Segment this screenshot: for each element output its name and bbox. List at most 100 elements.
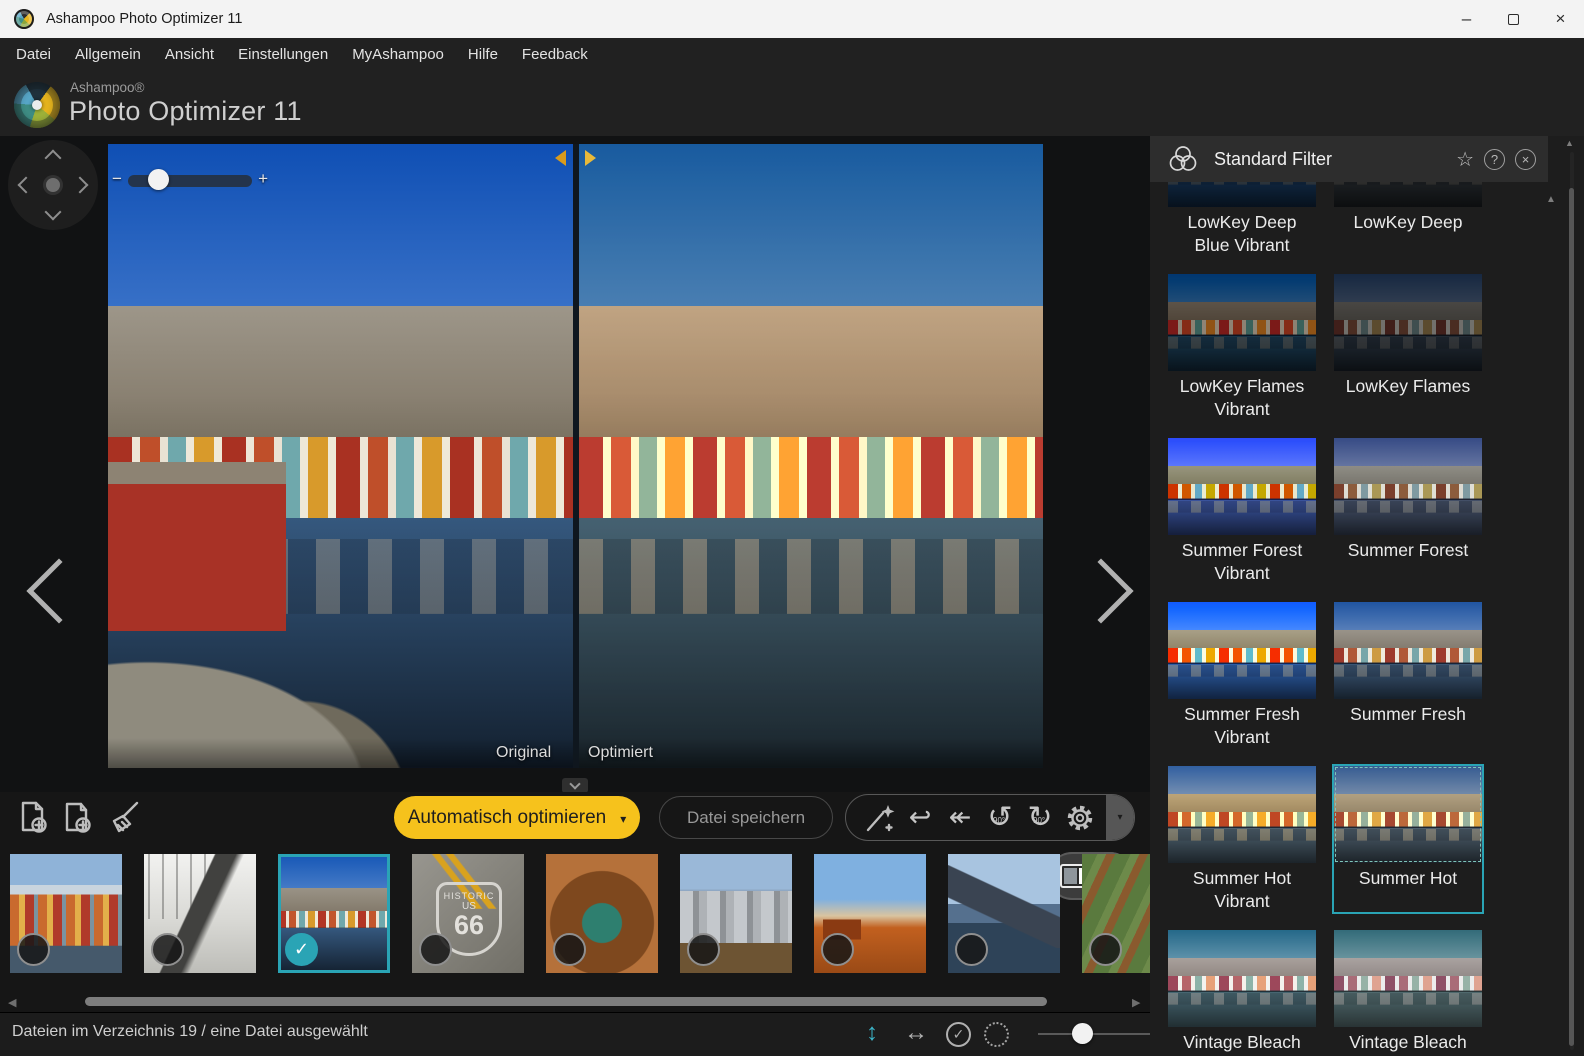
thumbnail-size-slider[interactable] [1038, 1033, 1150, 1035]
filter-item[interactable]: Vintage Bleach [1334, 930, 1482, 1056]
add-file-button[interactable] [14, 798, 54, 838]
filmstrip-thumb-mailboxes[interactable] [680, 854, 792, 973]
filmstrip-thumb-route66[interactable]: HISTORIC US 66 [412, 854, 524, 973]
filter-thumbnail[interactable] [1168, 766, 1316, 863]
next-image-button[interactable] [1068, 558, 1133, 623]
filmstrip-thumb-harbor-boathouses-selected[interactable]: ✓ [278, 854, 390, 973]
divider-arrow-right-icon[interactable] [585, 150, 596, 166]
help-icon[interactable]: ? [1484, 149, 1505, 170]
filmstrip-thumb-old-truck[interactable] [1082, 854, 1150, 973]
thumbnail-size-slider-thumb[interactable] [1072, 1023, 1093, 1044]
filmstrip-thumb-fog-bridge[interactable] [144, 854, 256, 973]
filter-item[interactable]: LowKey Flames Vibrant [1168, 274, 1316, 420]
filter-thumbnail[interactable] [1334, 438, 1482, 535]
select-circle[interactable] [955, 933, 988, 966]
pan-control[interactable] [8, 140, 98, 230]
scrollbar-up-icon[interactable]: ▲ [1565, 138, 1574, 148]
collapse-preview-button[interactable] [562, 778, 588, 793]
rotate-left-90-button[interactable]: ↺ 90° [980, 798, 1020, 838]
filmstrip-scrollbar-thumb[interactable] [85, 997, 1047, 1006]
settings-gear-button[interactable] [1060, 798, 1100, 838]
select-circle[interactable] [419, 933, 452, 966]
magic-wand-button[interactable] [860, 798, 900, 838]
selection-circle-icon[interactable] [984, 1022, 1009, 1047]
clean-broom-button[interactable] [104, 798, 144, 838]
filter-thumbnail[interactable] [1334, 766, 1482, 863]
filter-item[interactable]: Vintage Bleach [1168, 930, 1316, 1056]
divider-arrow-left-icon[interactable] [555, 150, 566, 166]
filmstrip-thumb-coastal-village[interactable] [10, 854, 122, 973]
zoom-slider[interactable]: − + [112, 168, 268, 194]
filter-item[interactable]: Summer Hot Vibrant [1168, 766, 1316, 912]
add-folder-button[interactable] [58, 798, 98, 838]
select-circle[interactable] [17, 933, 50, 966]
grid-scroll-up-icon[interactable]: ▲ [1546, 194, 1556, 205]
favorite-star-icon[interactable]: ☆ [1456, 147, 1474, 172]
previous-image-button[interactable] [26, 558, 91, 623]
panel-scrollbar[interactable]: ▲ [1568, 138, 1575, 1054]
filter-thumbnail[interactable] [1168, 182, 1316, 207]
filmstrip-thumb-fjord-harbor[interactable] [948, 854, 1060, 973]
actions-dropdown[interactable]: ▾ [1106, 794, 1134, 841]
rotate-right-90-button[interactable]: ↻ 90° [1020, 798, 1060, 838]
filter-item[interactable]: LowKey Deep Blue Vibrant [1168, 182, 1316, 256]
pan-left-icon[interactable] [18, 177, 35, 194]
selected-check-icon[interactable]: ✓ [285, 933, 318, 966]
filter-thumbnail[interactable] [1168, 602, 1316, 699]
zoom-in-icon[interactable]: + [258, 169, 268, 189]
minimize-button[interactable]: – [1443, 0, 1490, 38]
menu-datei[interactable]: Datei [4, 38, 63, 72]
filter-thumbnail[interactable] [1334, 182, 1482, 207]
scroll-left-icon[interactable]: ◀ [8, 996, 16, 1009]
pan-up-icon[interactable] [45, 150, 62, 167]
check-circle-icon[interactable]: ✓ [946, 1022, 971, 1047]
filter-item[interactable]: Summer Fresh [1334, 602, 1482, 748]
undo-button[interactable]: ↩ [900, 798, 940, 838]
menu-myashampoo[interactable]: MyAshampoo [340, 38, 456, 72]
filmstrip-thumb-monument-valley[interactable] [814, 854, 926, 973]
filter-thumbnail[interactable] [1334, 602, 1482, 699]
menu-feedback[interactable]: Feedback [510, 38, 600, 72]
zoom-out-icon[interactable]: − [112, 169, 122, 189]
filter-thumbnail[interactable] [1334, 930, 1482, 1027]
filter-item[interactable]: Summer Fresh Vibrant [1168, 602, 1316, 748]
scroll-right-icon[interactable]: ▶ [1132, 996, 1140, 1009]
filter-item[interactable]: Summer Forest [1334, 438, 1482, 584]
menu-einstellungen[interactable]: Einstellungen [226, 38, 340, 72]
filmstrip-thumb-horseshoe-bend[interactable] [546, 854, 658, 973]
select-circle[interactable] [687, 933, 720, 966]
filter-item-selected[interactable]: Summer Hot [1334, 766, 1482, 912]
save-file-button[interactable]: Datei speichern [659, 796, 833, 839]
filter-thumbnail[interactable] [1168, 930, 1316, 1027]
filter-venn-icon [1166, 144, 1200, 174]
filter-thumbnail[interactable] [1168, 438, 1316, 535]
auto-optimize-button[interactable]: Automatisch optimieren ▾ [394, 796, 640, 839]
filter-thumbnail[interactable] [1168, 274, 1316, 371]
menu-allgemein[interactable]: Allgemein [63, 38, 153, 72]
zoom-slider-track[interactable] [128, 175, 252, 187]
select-circle[interactable] [151, 933, 184, 966]
fit-vertical-icon[interactable]: ↕ [866, 1019, 878, 1047]
caret-down-icon[interactable]: ▾ [620, 812, 626, 826]
compare-divider-handle[interactable] [573, 144, 579, 768]
select-circle[interactable] [821, 933, 854, 966]
maximize-button[interactable] [1490, 0, 1537, 38]
menu-hilfe[interactable]: Hilfe [456, 38, 510, 72]
pan-right-icon[interactable] [72, 177, 89, 194]
filter-item[interactable]: LowKey Flames [1334, 274, 1482, 420]
zoom-slider-thumb[interactable] [148, 169, 169, 190]
filter-thumbnail[interactable] [1334, 274, 1482, 371]
select-circle[interactable] [1089, 933, 1122, 966]
filter-item[interactable]: Summer Forest Vibrant [1168, 438, 1316, 584]
undo-all-button[interactable]: ↞ [940, 798, 980, 838]
menu-ansicht[interactable]: Ansicht [153, 38, 226, 72]
pan-down-icon[interactable] [45, 204, 62, 221]
panel-scrollbar-thumb[interactable] [1569, 188, 1574, 1046]
select-circle[interactable] [553, 933, 586, 966]
pan-center-dot[interactable] [46, 178, 60, 192]
filter-item[interactable]: LowKey Deep [1334, 182, 1482, 256]
filmstrip-scrollbar[interactable]: ◀ ▶ [0, 994, 1150, 1010]
close-panel-icon[interactable]: × [1515, 149, 1536, 170]
close-button[interactable]: × [1537, 0, 1584, 38]
fit-horizontal-icon[interactable]: ↔ [904, 1019, 928, 1047]
